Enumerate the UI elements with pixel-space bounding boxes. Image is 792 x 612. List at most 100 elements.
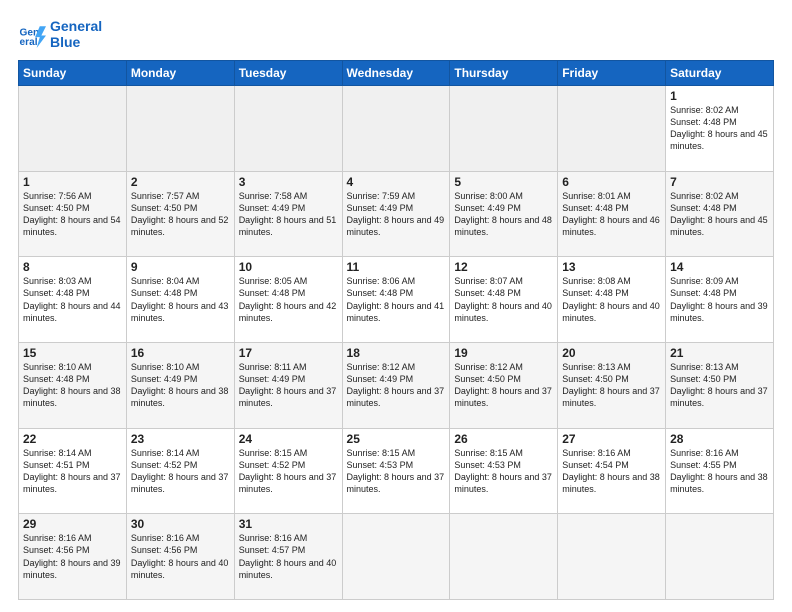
calendar-cell: 1 Sunrise: 7:56 AMSunset: 4:50 PMDayligh…: [19, 171, 127, 257]
day-number: 14: [670, 260, 769, 274]
day-number: 15: [23, 346, 122, 360]
col-header-tuesday: Tuesday: [234, 61, 342, 86]
day-info: Sunrise: 8:14 AMSunset: 4:52 PMDaylight:…: [131, 447, 230, 496]
calendar-cell: 4 Sunrise: 7:59 AMSunset: 4:49 PMDayligh…: [342, 171, 450, 257]
day-number: 9: [131, 260, 230, 274]
calendar-cell: 14 Sunrise: 8:09 AMSunset: 4:48 PMDaylig…: [666, 257, 774, 343]
col-header-sunday: Sunday: [19, 61, 127, 86]
day-info: Sunrise: 8:15 AMSunset: 4:53 PMDaylight:…: [454, 447, 553, 496]
calendar-cell: 30 Sunrise: 8:16 AMSunset: 4:56 PMDaylig…: [126, 514, 234, 600]
day-info: Sunrise: 8:07 AMSunset: 4:48 PMDaylight:…: [454, 275, 553, 324]
day-number: 3: [239, 175, 338, 189]
calendar-header-row: SundayMondayTuesdayWednesdayThursdayFrid…: [19, 61, 774, 86]
day-info: Sunrise: 8:01 AMSunset: 4:48 PMDaylight:…: [562, 190, 661, 239]
calendar-cell: [342, 86, 450, 172]
calendar-cell: 25 Sunrise: 8:15 AMSunset: 4:53 PMDaylig…: [342, 428, 450, 514]
day-number: 10: [239, 260, 338, 274]
day-number: 22: [23, 432, 122, 446]
day-info: Sunrise: 8:15 AMSunset: 4:52 PMDaylight:…: [239, 447, 338, 496]
calendar-cell: 18 Sunrise: 8:12 AMSunset: 4:49 PMDaylig…: [342, 342, 450, 428]
calendar-cell: 20 Sunrise: 8:13 AMSunset: 4:50 PMDaylig…: [558, 342, 666, 428]
calendar-cell: 23 Sunrise: 8:14 AMSunset: 4:52 PMDaylig…: [126, 428, 234, 514]
calendar-week-6: 29 Sunrise: 8:16 AMSunset: 4:56 PMDaylig…: [19, 514, 774, 600]
day-number: 11: [347, 260, 446, 274]
calendar-cell: [666, 514, 774, 600]
logo-text: General Blue: [50, 18, 102, 50]
col-header-saturday: Saturday: [666, 61, 774, 86]
day-info: Sunrise: 8:02 AMSunset: 4:48 PMDaylight:…: [670, 104, 769, 153]
day-number: 16: [131, 346, 230, 360]
calendar-cell: 24 Sunrise: 8:15 AMSunset: 4:52 PMDaylig…: [234, 428, 342, 514]
day-info: Sunrise: 7:58 AMSunset: 4:49 PMDaylight:…: [239, 190, 338, 239]
day-info: Sunrise: 8:12 AMSunset: 4:50 PMDaylight:…: [454, 361, 553, 410]
day-number: 2: [131, 175, 230, 189]
day-info: Sunrise: 8:11 AMSunset: 4:49 PMDaylight:…: [239, 361, 338, 410]
day-info: Sunrise: 8:00 AMSunset: 4:49 PMDaylight:…: [454, 190, 553, 239]
day-info: Sunrise: 7:56 AMSunset: 4:50 PMDaylight:…: [23, 190, 122, 239]
calendar-cell: 6 Sunrise: 8:01 AMSunset: 4:48 PMDayligh…: [558, 171, 666, 257]
calendar-cell: 16 Sunrise: 8:10 AMSunset: 4:49 PMDaylig…: [126, 342, 234, 428]
calendar-cell: 31 Sunrise: 8:16 AMSunset: 4:57 PMDaylig…: [234, 514, 342, 600]
day-number: 29: [23, 517, 122, 531]
day-number: 21: [670, 346, 769, 360]
day-number: 18: [347, 346, 446, 360]
calendar-week-1: 1 Sunrise: 8:02 AMSunset: 4:48 PMDayligh…: [19, 86, 774, 172]
day-info: Sunrise: 8:13 AMSunset: 4:50 PMDaylight:…: [670, 361, 769, 410]
day-number: 13: [562, 260, 661, 274]
day-number: 27: [562, 432, 661, 446]
calendar-cell: [19, 86, 127, 172]
calendar-cell: 26 Sunrise: 8:15 AMSunset: 4:53 PMDaylig…: [450, 428, 558, 514]
day-info: Sunrise: 8:09 AMSunset: 4:48 PMDaylight:…: [670, 275, 769, 324]
day-info: Sunrise: 8:04 AMSunset: 4:48 PMDaylight:…: [131, 275, 230, 324]
day-number: 19: [454, 346, 553, 360]
calendar-cell: 3 Sunrise: 7:58 AMSunset: 4:49 PMDayligh…: [234, 171, 342, 257]
col-header-thursday: Thursday: [450, 61, 558, 86]
calendar-cell: 11 Sunrise: 8:06 AMSunset: 4:48 PMDaylig…: [342, 257, 450, 343]
day-info: Sunrise: 8:08 AMSunset: 4:48 PMDaylight:…: [562, 275, 661, 324]
day-number: 12: [454, 260, 553, 274]
calendar-cell: 8 Sunrise: 8:03 AMSunset: 4:48 PMDayligh…: [19, 257, 127, 343]
day-number: 24: [239, 432, 338, 446]
calendar-cell: 29 Sunrise: 8:16 AMSunset: 4:56 PMDaylig…: [19, 514, 127, 600]
day-info: Sunrise: 8:03 AMSunset: 4:48 PMDaylight:…: [23, 275, 122, 324]
day-number: 1: [23, 175, 122, 189]
calendar-week-3: 8 Sunrise: 8:03 AMSunset: 4:48 PMDayligh…: [19, 257, 774, 343]
calendar-cell: [126, 86, 234, 172]
day-info: Sunrise: 8:16 AMSunset: 4:56 PMDaylight:…: [131, 532, 230, 581]
day-number: 31: [239, 517, 338, 531]
day-info: Sunrise: 8:05 AMSunset: 4:48 PMDaylight:…: [239, 275, 338, 324]
calendar-week-5: 22 Sunrise: 8:14 AMSunset: 4:51 PMDaylig…: [19, 428, 774, 514]
calendar-cell: 10 Sunrise: 8:05 AMSunset: 4:48 PMDaylig…: [234, 257, 342, 343]
svg-text:eral: eral: [20, 37, 38, 48]
calendar-cell: 22 Sunrise: 8:14 AMSunset: 4:51 PMDaylig…: [19, 428, 127, 514]
calendar-cell: 19 Sunrise: 8:12 AMSunset: 4:50 PMDaylig…: [450, 342, 558, 428]
calendar-cell: 28 Sunrise: 8:16 AMSunset: 4:55 PMDaylig…: [666, 428, 774, 514]
page-header: Gen eral General Blue: [18, 18, 774, 50]
day-number: 7: [670, 175, 769, 189]
day-info: Sunrise: 8:13 AMSunset: 4:50 PMDaylight:…: [562, 361, 661, 410]
calendar-cell: [342, 514, 450, 600]
col-header-monday: Monday: [126, 61, 234, 86]
logo-icon: Gen eral: [18, 20, 46, 48]
day-number: 5: [454, 175, 553, 189]
day-info: Sunrise: 8:14 AMSunset: 4:51 PMDaylight:…: [23, 447, 122, 496]
day-number: 6: [562, 175, 661, 189]
calendar-week-4: 15 Sunrise: 8:10 AMSunset: 4:48 PMDaylig…: [19, 342, 774, 428]
logo: Gen eral General Blue: [18, 18, 102, 50]
day-number: 20: [562, 346, 661, 360]
day-info: Sunrise: 8:10 AMSunset: 4:49 PMDaylight:…: [131, 361, 230, 410]
day-info: Sunrise: 8:15 AMSunset: 4:53 PMDaylight:…: [347, 447, 446, 496]
calendar-cell: 21 Sunrise: 8:13 AMSunset: 4:50 PMDaylig…: [666, 342, 774, 428]
calendar-cell: [558, 86, 666, 172]
calendar-cell: 1 Sunrise: 8:02 AMSunset: 4:48 PMDayligh…: [666, 86, 774, 172]
calendar-page: Gen eral General Blue SundayMondayTuesda…: [0, 0, 792, 612]
day-number: 17: [239, 346, 338, 360]
calendar-week-2: 1 Sunrise: 7:56 AMSunset: 4:50 PMDayligh…: [19, 171, 774, 257]
calendar-table: SundayMondayTuesdayWednesdayThursdayFrid…: [18, 60, 774, 600]
calendar-cell: 13 Sunrise: 8:08 AMSunset: 4:48 PMDaylig…: [558, 257, 666, 343]
calendar-cell: 9 Sunrise: 8:04 AMSunset: 4:48 PMDayligh…: [126, 257, 234, 343]
col-header-wednesday: Wednesday: [342, 61, 450, 86]
day-number: 28: [670, 432, 769, 446]
day-info: Sunrise: 7:59 AMSunset: 4:49 PMDaylight:…: [347, 190, 446, 239]
calendar-cell: 5 Sunrise: 8:00 AMSunset: 4:49 PMDayligh…: [450, 171, 558, 257]
